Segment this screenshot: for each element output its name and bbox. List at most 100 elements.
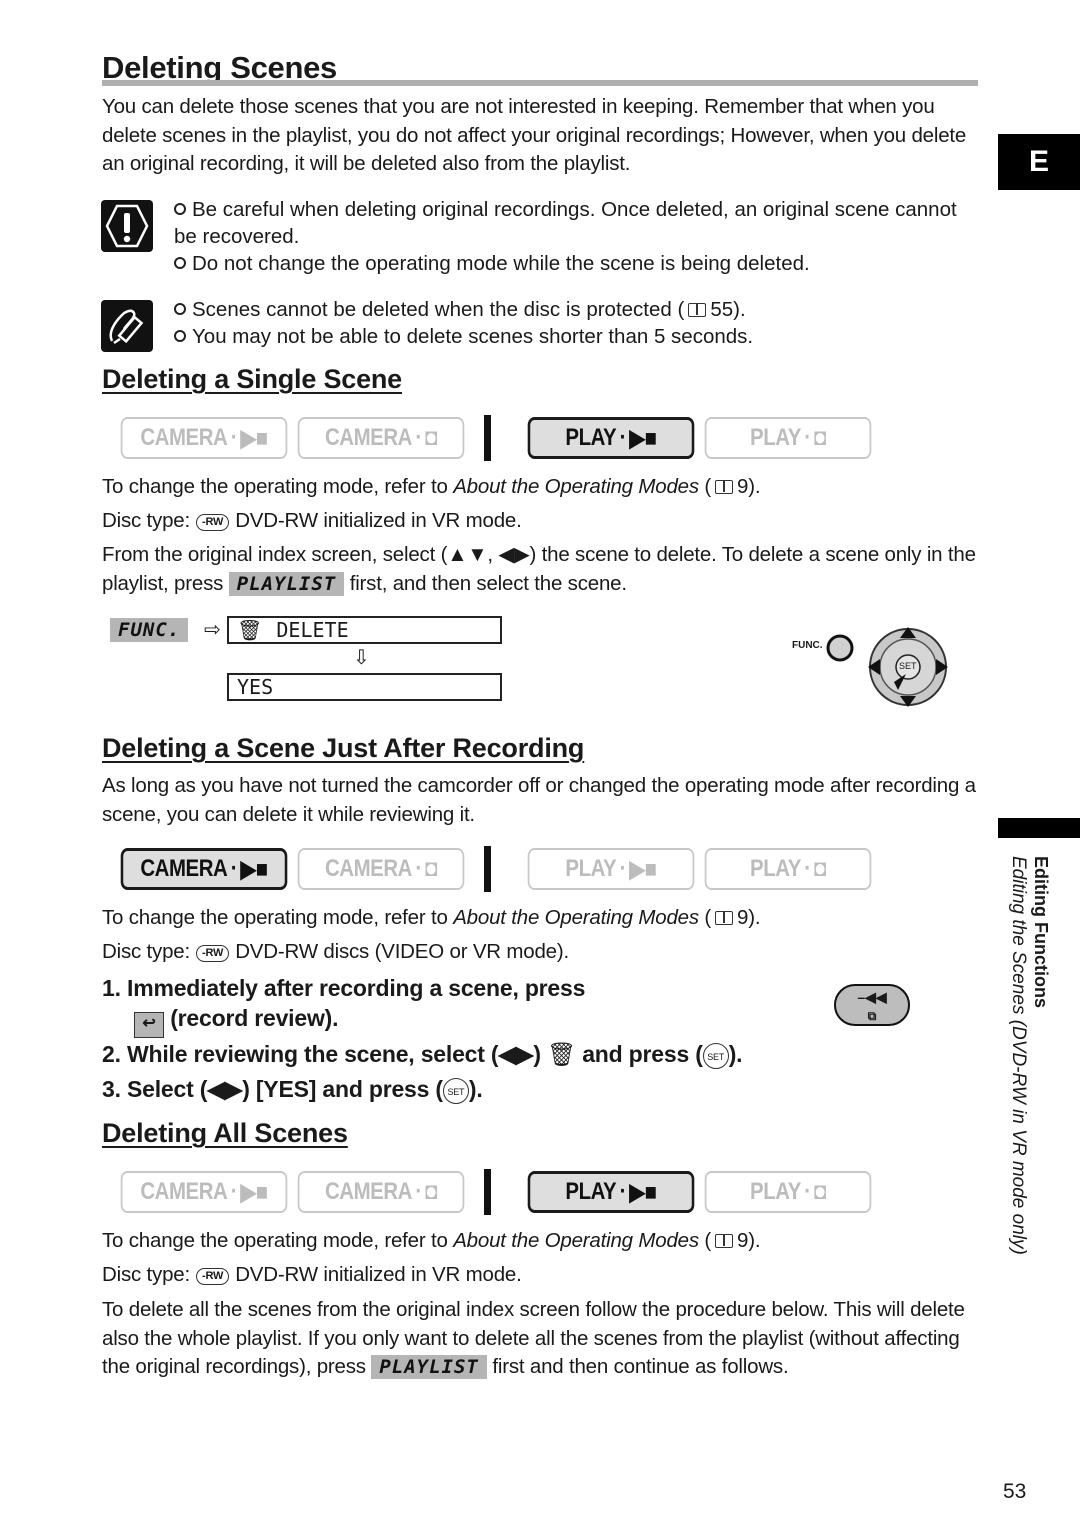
mode-dot: · (230, 855, 238, 882)
mode-label: PLAY (565, 1178, 617, 1205)
mode-separator (484, 1169, 491, 1215)
mode-dot: · (804, 424, 811, 451)
step-text: ) [YES] and press ( (242, 1076, 443, 1102)
step-text: Immediately after recording a scene, pre… (127, 975, 586, 1001)
mode-dot: · (804, 1178, 811, 1205)
text: To change the operating mode, refer to (102, 475, 454, 498)
step-text: ). (468, 1076, 483, 1102)
trash-icon: 🗑 (547, 1041, 576, 1067)
text: first and then continue as follows. (486, 1355, 789, 1378)
still-camera-icon: ◘ (425, 1178, 438, 1205)
button-label: –◀◀ (857, 989, 887, 1005)
dvd-rw-icon: -RW (196, 1268, 230, 1285)
bullet-icon (174, 303, 186, 315)
still-camera-icon: ◘ (814, 855, 826, 882)
mode-label: CAMERA (324, 1178, 412, 1205)
left-right-arrows-icon: ◀▶ (207, 1076, 243, 1102)
step-text: ). (728, 1041, 743, 1067)
caution-text: Do not change the operating mode while t… (192, 252, 810, 275)
step-text: (record review). (170, 1005, 339, 1031)
text: ( (698, 475, 712, 498)
page-reference[interactable]: 55 (710, 298, 733, 321)
up-down-arrows-icon: ▲▼ (447, 543, 488, 566)
bullet-icon (174, 203, 186, 215)
mode-camera-movie: CAMERA · ▶■ (120, 1171, 288, 1213)
note-item: Scenes cannot be deleted when the disc i… (174, 296, 974, 323)
note-pencil-icon (101, 300, 153, 352)
page-reference[interactable]: 9 (737, 475, 748, 498)
text: To change the operating mode, refer to (102, 906, 454, 929)
section-marker-bar (998, 818, 1080, 838)
mode-camera-movie: CAMERA · ▶■ (120, 417, 288, 459)
step-text: Select ( (127, 1076, 208, 1102)
after-recording-paragraph: As long as you have not turned the camco… (102, 774, 976, 826)
operating-mode-reference: To change the operating mode, refer to A… (102, 1227, 982, 1256)
section-heading-all-scenes: Deleting All Scenes (102, 1118, 348, 1148)
operating-modes-link[interactable]: About the Operating Modes (453, 475, 699, 498)
sidebar-subsection-title: Editing the Scenes (DVD-RW in VR mode on… (1008, 856, 1029, 1255)
mode-dot: · (230, 424, 238, 451)
set-button-icon: SET (442, 1078, 469, 1104)
still-camera-icon: ◘ (814, 424, 826, 451)
disc-type-label: Disc type: (102, 940, 190, 963)
mode-camera-photo: CAMERA · ◘ (297, 848, 465, 890)
single-scene-instructions: From the original index screen, select (… (102, 541, 982, 598)
mode-label: PLAY (750, 1178, 801, 1205)
mode-label: CAMERA (324, 424, 412, 451)
caution-text: Be careful when deleting original record… (174, 198, 957, 248)
title-underline-bar (102, 80, 978, 86)
mode-label: PLAY (565, 855, 617, 882)
mode-dot: · (415, 424, 422, 451)
mode-label: CAMERA (140, 1178, 228, 1205)
book-icon (715, 1234, 734, 1248)
caution-item: Be careful when deleting original record… (174, 196, 974, 250)
book-icon (715, 480, 734, 494)
mode-label: PLAY (565, 424, 617, 451)
section-heading-single: Deleting a Single Scene (102, 364, 402, 394)
disc-type-value: DVD-RW discs (VIDEO or VR mode). (235, 940, 570, 963)
step-text: While reviewing the scene, select ( (127, 1041, 499, 1067)
mode-play-movie: PLAY · ▶■ (527, 1171, 695, 1213)
movie-camera-icon: ▶■ (240, 1178, 268, 1206)
menu-item-yes: YES (227, 673, 502, 701)
text: ( (698, 906, 712, 929)
disc-type-label: Disc type: (102, 509, 190, 532)
operating-modes-link[interactable]: About the Operating Modes (453, 906, 699, 929)
book-icon (715, 911, 734, 925)
mode-dot: · (619, 424, 627, 451)
page-reference[interactable]: 9 (737, 1229, 748, 1252)
sidebar-section-title: Editing Functions (1031, 856, 1051, 1008)
mode-camera-movie: CAMERA · ▶■ (120, 848, 288, 890)
mode-label: PLAY (750, 424, 801, 451)
book-icon (688, 303, 707, 317)
controls-diagram: FUNC. SET (790, 624, 960, 714)
mode-separator (484, 415, 491, 461)
page-number: 53 (1003, 1480, 1027, 1503)
step-1: 1. Immediately after recording a scene, … (102, 973, 585, 1003)
still-camera-icon: ◘ (425, 855, 438, 882)
arrow-down-icon: ⇩ (353, 647, 370, 669)
operating-mode-reference: To change the operating mode, refer to A… (102, 904, 982, 933)
step-1-continued: ↩ (record review). (134, 1003, 338, 1038)
mode-indicator-row: CAMERA · ▶■ CAMERA · ◘ PLAY · ▶■ PLAY · ◘ (106, 1169, 974, 1215)
mode-play-photo: PLAY · ◘ (704, 1171, 872, 1213)
mode-dot: · (619, 855, 627, 882)
still-camera-icon: ◘ (814, 1178, 826, 1205)
mode-dot: · (619, 1178, 627, 1205)
chapter-sidebar: Editing Functions Editing the Scenes (DV… (1000, 856, 1060, 1296)
mode-play-movie: PLAY · ▶■ (527, 848, 695, 890)
text: ( (698, 1229, 712, 1252)
left-right-arrows-icon: ◀▶ (498, 543, 530, 566)
text: ). (748, 906, 761, 929)
note-text: Scenes cannot be deleted when the disc i… (192, 298, 685, 321)
note-text: ). (733, 298, 746, 321)
text: first, and then select the scene. (344, 571, 627, 595)
movie-camera-icon: ▶■ (240, 424, 268, 452)
arrow-right-icon: ⇨ (204, 619, 221, 641)
page-reference[interactable]: 9 (737, 906, 748, 929)
step-number: 2. (102, 1041, 121, 1067)
language-tab: E (998, 134, 1080, 190)
set-label: SET (899, 661, 917, 671)
operating-modes-link[interactable]: About the Operating Modes (453, 1229, 699, 1252)
mode-play-photo: PLAY · ◘ (704, 848, 872, 890)
